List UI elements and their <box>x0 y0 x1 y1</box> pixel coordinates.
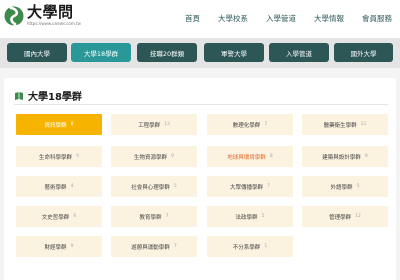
group-label: 法政學群 <box>235 214 258 221</box>
book-icon <box>15 91 23 100</box>
groups-panel: 大學18學群 資訊學群 8 工程學群 13 數理化學群 7 醫藥衛生學群 11 … <box>4 78 396 280</box>
section-header: 大學18學群 <box>14 88 82 103</box>
group-count: 9 <box>76 154 79 159</box>
group-count: 8 <box>269 154 273 159</box>
group-count: 7 <box>267 184 270 189</box>
category-military-button[interactable]: 軍警大學 <box>204 43 264 62</box>
category-admission-button[interactable]: 入學管道 <box>269 43 329 62</box>
group-label: 財經學群 <box>44 244 67 251</box>
group-label: 不分系學群 <box>232 244 261 251</box>
logo-mark-icon <box>4 6 24 27</box>
group-tile-social-psychology[interactable]: 社會與心理學群 5 <box>111 176 197 197</box>
group-count: 9 <box>171 154 174 159</box>
group-tile-engineering[interactable]: 工程學群 13 <box>111 114 197 135</box>
group-tile-architecture-design[interactable]: 建築與設計學群 9 <box>302 146 388 167</box>
group-label: 資訊學群 <box>44 122 67 129</box>
nav-home[interactable]: 首頁 <box>185 13 200 24</box>
group-label: 建築與設計學群 <box>322 154 361 161</box>
group-label: 文史哲學群 <box>41 214 70 221</box>
nav-news[interactable]: 大學情報 <box>314 13 344 24</box>
category-overseas-button[interactable]: 國外大學 <box>334 43 393 62</box>
group-count: 9 <box>70 244 74 249</box>
group-tile-undeclared[interactable]: 不分系學群 1 <box>207 236 293 257</box>
group-count: 12 <box>355 214 361 219</box>
group-tile-finance[interactable]: 財經學群 9 <box>16 236 102 257</box>
group-tile-recreation-sports[interactable]: 遊憩與運動學群 7 <box>111 236 197 257</box>
group-label: 地球與環境學群 <box>227 154 266 161</box>
page-title: 大學18學群 <box>28 92 82 103</box>
title-divider <box>14 104 388 105</box>
group-count: 9 <box>364 154 368 159</box>
group-count: 8 <box>70 122 74 127</box>
group-label: 大眾傳播學群 <box>230 184 264 191</box>
group-tile-law-politics[interactable]: 法政學群 5 <box>207 206 293 227</box>
group-tile-earth-environment[interactable]: 地球與環境學群 8 <box>207 146 293 167</box>
group-label: 教育學群 <box>139 214 162 221</box>
group-label: 社會與心理學群 <box>131 184 170 191</box>
site-logo[interactable]: 大學問 https://www.unews.com.tw <box>4 4 81 28</box>
nav-member[interactable]: 會員服務 <box>362 13 392 24</box>
group-count: 7 <box>264 122 268 127</box>
group-count: 5 <box>261 214 265 219</box>
group-label: 數理化學群 <box>232 122 261 129</box>
group-count: 4 <box>70 184 74 189</box>
category-vocational-button[interactable]: 技職20群類 <box>137 43 197 62</box>
group-count: 7 <box>173 244 177 249</box>
group-count: 1 <box>264 244 268 249</box>
main-nav: 首頁 大學校系 入學管道 大學情報 會員服務 <box>185 13 392 24</box>
brand-name: 大學問 <box>27 3 74 21</box>
group-count: 13 <box>164 122 170 127</box>
group-tile-foreign-languages[interactable]: 外語學群 5 <box>302 176 388 197</box>
group-label: 醫藥衛生學群 <box>323 122 357 129</box>
group-tile-management[interactable]: 管理學群 12 <box>302 206 388 227</box>
group-label: 生物資源學群 <box>134 154 168 161</box>
group-tile-arts[interactable]: 藝術學群 4 <box>16 176 102 197</box>
group-tile-mass-communication[interactable]: 大眾傳播學群 7 <box>207 176 293 197</box>
group-tile-medical[interactable]: 醫藥衛生學群 11 <box>302 114 388 135</box>
group-count: 11 <box>360 122 367 127</box>
group-tile-science[interactable]: 數理化學群 7 <box>207 114 293 135</box>
group-label: 外語學群 <box>330 184 353 191</box>
group-count: 7 <box>165 214 169 219</box>
group-label: 遊憩與運動學群 <box>131 244 170 251</box>
group-label: 工程學群 <box>138 122 161 129</box>
brand-url: https://www.unews.com.tw <box>27 21 81 26</box>
group-count: 6 <box>73 214 77 219</box>
group-tile-bio-resources[interactable]: 生物資源學群 9 <box>111 146 197 167</box>
group-count: 5 <box>173 184 177 189</box>
nav-admission[interactable]: 入學管道 <box>266 13 296 24</box>
group-tile-life-science[interactable]: 生命科學學群 9 <box>16 146 102 167</box>
group-label: 管理學群 <box>329 214 352 221</box>
category-18-groups-button[interactable]: 大學18學群 <box>71 43 131 62</box>
group-label: 藝術學群 <box>44 184 67 191</box>
group-label: 生命科學學群 <box>39 154 73 161</box>
group-tile-information[interactable]: 資訊學群 8 <box>16 114 102 135</box>
category-domestic-button[interactable]: 國內大學 <box>7 43 67 62</box>
nav-departments[interactable]: 大學校系 <box>218 13 248 24</box>
group-tile-literature-history[interactable]: 文史哲學群 6 <box>16 206 102 227</box>
group-tile-education[interactable]: 教育學群 7 <box>111 206 197 227</box>
category-strip: 國內大學 大學18學群 技職20群類 軍警大學 入學管道 國外大學 <box>0 38 400 68</box>
site-header: 大學問 https://www.unews.com.tw 首頁 大學校系 入學管… <box>0 0 400 38</box>
group-count: 5 <box>356 184 360 189</box>
